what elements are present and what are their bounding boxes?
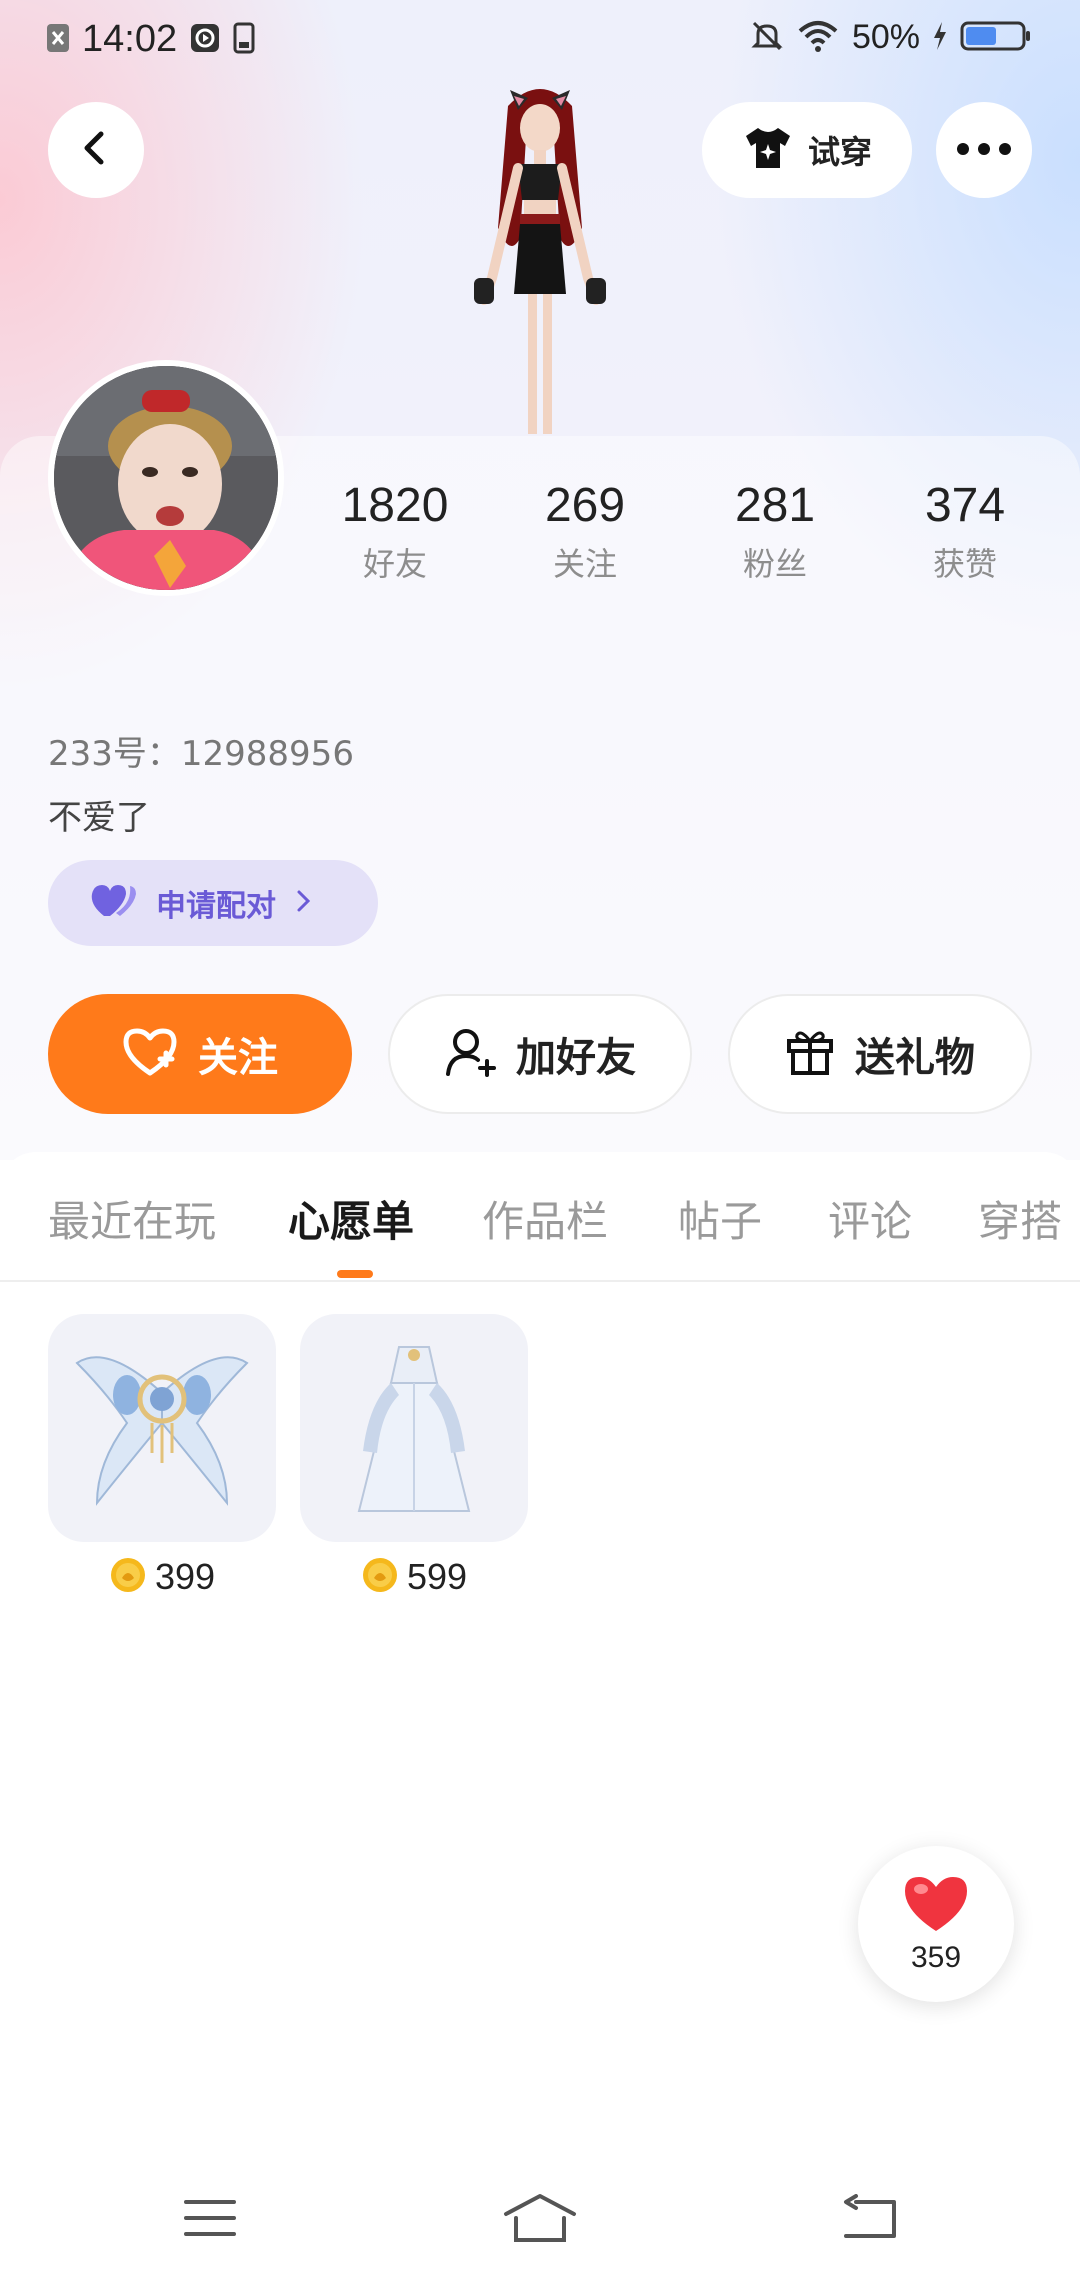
status-left: 14:02	[46, 18, 255, 61]
back-nav-button[interactable]	[830, 2190, 910, 2250]
gift-icon	[785, 1027, 835, 1081]
status-bar: 14:02 50%	[0, 0, 1080, 84]
profile-tabs: 最近在玩 心愿单 作品栏 帖子 评论 穿搭	[0, 1152, 1080, 1282]
system-nav-bar	[0, 2170, 1080, 2280]
avatar[interactable]	[48, 360, 284, 596]
wishlist-item[interactable]: 399	[48, 1314, 276, 1598]
send-gift-button[interactable]: 送礼物	[728, 994, 1032, 1114]
try-on-button[interactable]: 试穿	[702, 102, 912, 198]
more-dots-icon	[956, 141, 1012, 160]
stat-value: 374	[924, 479, 1006, 532]
tshirt-icon	[742, 126, 794, 174]
like-count: 359	[910, 1941, 962, 1974]
tab-works[interactable]: 作品栏	[482, 1188, 608, 1249]
media-icon	[189, 22, 221, 58]
stat-label: 好友	[362, 545, 427, 583]
menu-icon	[182, 2196, 238, 2244]
battery-icon	[960, 19, 1032, 57]
try-on-label: 试穿	[807, 133, 872, 171]
coin-icon	[109, 1556, 147, 1598]
tab-wishlist[interactable]: 心愿单	[288, 1188, 414, 1249]
profile-stats: 1820 好友 269 关注 281 粉丝 374 获赞	[300, 478, 1060, 585]
home-nav-button[interactable]	[500, 2190, 580, 2250]
avatar-3d-figure[interactable]	[430, 78, 650, 438]
item-thumbnail	[48, 1314, 276, 1542]
stat-label: 粉丝	[742, 545, 807, 583]
tab-recently-played[interactable]: 最近在玩	[48, 1188, 216, 1249]
apply-match-label: 申请配对	[156, 889, 276, 924]
stat-likes[interactable]: 374 获赞	[870, 478, 1060, 585]
stat-value: 281	[734, 479, 816, 532]
close-notification-icon	[46, 22, 70, 58]
send-gift-label: 送礼物	[855, 1035, 975, 1081]
home-icon	[502, 2192, 578, 2248]
tab-active-indicator	[337, 1270, 373, 1278]
heart-icon	[901, 1873, 971, 1939]
battery-percent: 50%	[851, 18, 920, 56]
double-heart-icon	[90, 883, 138, 923]
status-time: 14:02	[82, 18, 178, 60]
more-button[interactable]	[936, 102, 1032, 198]
user-bio: 不爱了	[48, 798, 150, 838]
tab-posts[interactable]: 帖子	[678, 1188, 762, 1249]
item-price: 599	[300, 1556, 528, 1598]
charging-icon	[932, 21, 948, 55]
chevron-right-icon	[294, 888, 314, 918]
user-id: 233号：12988956	[48, 734, 354, 774]
item-price-value: 399	[154, 1556, 216, 1597]
stat-friends[interactable]: 1820 好友	[300, 478, 490, 585]
heart-plus-icon	[122, 1027, 178, 1081]
follow-label: 关注	[198, 1035, 278, 1081]
wifi-icon	[796, 19, 840, 57]
phone-icon	[233, 22, 255, 58]
chevron-left-icon	[76, 128, 116, 172]
return-icon	[842, 2194, 898, 2246]
stat-value: 1820	[341, 479, 449, 532]
mute-bell-icon	[750, 19, 784, 57]
menu-nav-button[interactable]	[170, 2190, 250, 2250]
apply-match-button[interactable]: 申请配对	[48, 860, 378, 946]
add-friend-label: 加好友	[516, 1035, 636, 1081]
coin-icon	[361, 1556, 399, 1598]
stat-followers[interactable]: 281 粉丝	[680, 478, 870, 585]
back-button[interactable]	[48, 102, 144, 198]
status-right: 50%	[750, 18, 1032, 57]
stat-label: 关注	[552, 545, 617, 583]
like-button[interactable]: 359	[858, 1846, 1014, 2002]
stat-value: 269	[544, 479, 626, 532]
stat-label: 获赞	[932, 545, 997, 583]
item-price-value: 599	[406, 1556, 468, 1597]
tab-outfits[interactable]: 穿搭	[978, 1188, 1062, 1249]
tab-comments[interactable]: 评论	[828, 1188, 912, 1249]
add-user-icon	[444, 1026, 496, 1082]
item-price: 399	[48, 1556, 276, 1598]
add-friend-button[interactable]: 加好友	[388, 994, 692, 1114]
profile-page: 14:02 50% 试穿 1820 好友 269 关注 281 粉丝 374 获…	[0, 0, 1080, 2280]
stat-following[interactable]: 269 关注	[490, 478, 680, 585]
item-thumbnail	[300, 1314, 528, 1542]
follow-button[interactable]: 关注	[48, 994, 352, 1114]
wishlist-item[interactable]: 599	[300, 1314, 528, 1598]
